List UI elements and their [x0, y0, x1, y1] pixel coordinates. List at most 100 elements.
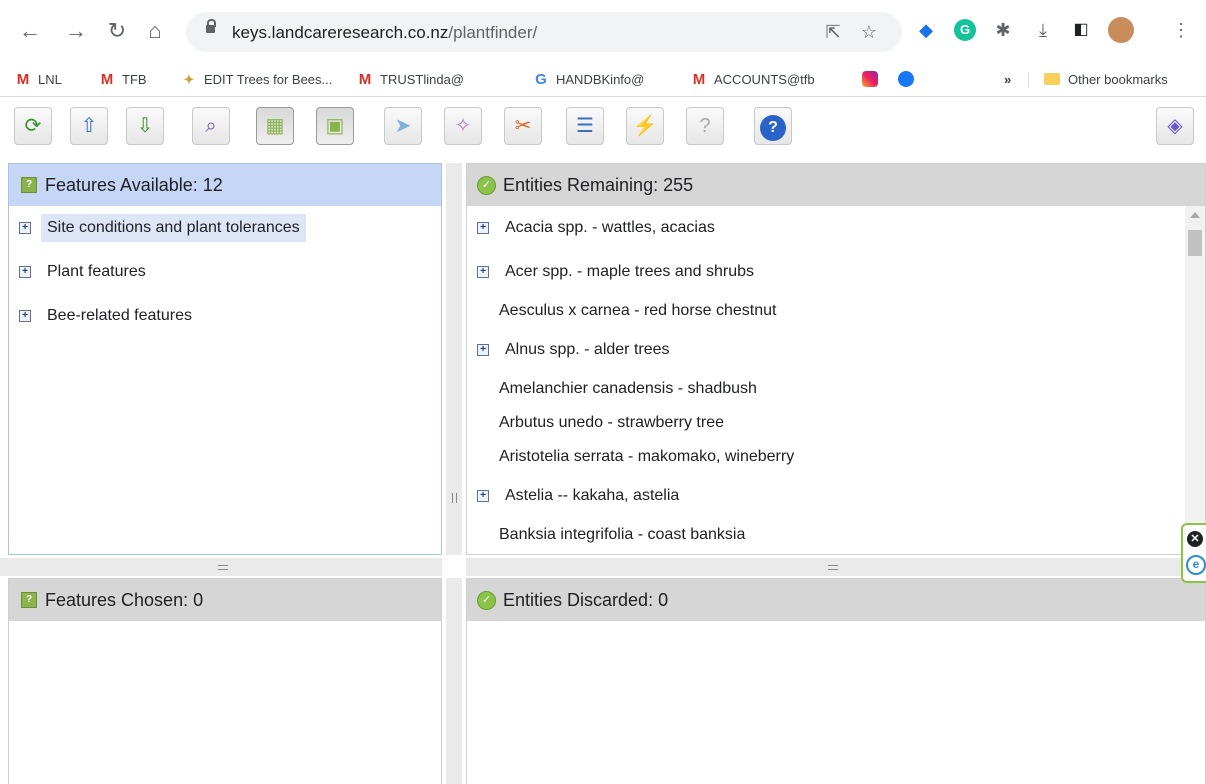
gmail-icon: M: [692, 71, 706, 88]
feature-icon: ?: [21, 177, 37, 193]
bookmarks-bar: M LNL M TFB ✦ EDIT Trees for Bees... M TRUST…: [0, 62, 1206, 97]
close-circle-icon[interactable]: ✕: [1187, 531, 1203, 547]
list-icon[interactable]: ☰: [566, 107, 604, 145]
entities-remaining-title: Entities Remaining: 255: [503, 175, 694, 195]
scroll-up-arrow-icon[interactable]: [1190, 212, 1200, 218]
entity-item[interactable]: Banksia integrifolia - coast banksia: [499, 521, 745, 549]
bookmark-tfb[interactable]: M TFB: [98, 70, 147, 90]
entity-item[interactable]: Acacia spp. - wattles, acacias: [505, 214, 715, 242]
entity-item[interactable]: Aristotelia serrata - makomako, wineberr…: [499, 443, 794, 471]
magic-wand-icon[interactable]: ✧: [444, 107, 482, 145]
graduation-cap-extension-icon[interactable]: ◆: [915, 19, 937, 41]
find-icon[interactable]: ⌕: [192, 107, 230, 145]
reload-icon[interactable]: ↻: [104, 18, 130, 44]
bookmark-handbkinfo[interactable]: G HANDBKinfo@: [532, 70, 644, 90]
app-toolbar: ⟳ ⇧ ⇩ ⌕ ▦ ▣ ➤ ✧ ✂ ☰ ⚡ ? ? ◈: [0, 97, 1206, 159]
gmail-icon: M: [100, 71, 114, 88]
expand-plus-icon[interactable]: +: [477, 266, 489, 278]
back-arrow-icon[interactable]: ←: [17, 18, 43, 44]
edge-extension-icon[interactable]: e: [1186, 555, 1206, 575]
features-available-header: ? Features Available: 12: [9, 164, 441, 206]
bookmark-instagram[interactable]: [862, 70, 884, 90]
save-key-icon[interactable]: ⇩: [126, 107, 164, 145]
gmail-icon: M: [16, 71, 30, 88]
check-circle-icon: ✓: [477, 591, 496, 610]
bookmarks-overflow-button[interactable]: »: [1004, 70, 1011, 90]
star-bookmark-icon[interactable]: ☆: [858, 21, 880, 43]
next-best-icon[interactable]: ➤: [384, 107, 422, 145]
bookmark-facebook[interactable]: [898, 70, 914, 90]
features-available-title: Features Available: 12: [45, 175, 223, 195]
vertical-splitter-bottom[interactable]: [446, 578, 462, 784]
expand-plus-icon[interactable]: +: [477, 490, 489, 502]
omnibox[interactable]: keys.landcareresearch.co.nz/plantfinder/…: [186, 12, 902, 52]
scroll-thumb[interactable]: [1188, 230, 1202, 256]
entity-item[interactable]: Aesculus x carnea - red horse chestnut: [499, 297, 776, 325]
splitter-grip: [828, 565, 838, 570]
bookmark-label: ACCOUNTS@tfb: [714, 72, 815, 87]
bookmark-label: TFB: [122, 72, 147, 87]
entities-view-icon[interactable]: ▣: [316, 107, 354, 145]
restart-key-icon[interactable]: ⟳: [14, 107, 52, 145]
help-icon[interactable]: ?: [754, 107, 792, 145]
bookmark-label: TRUSTlinda@: [380, 72, 464, 87]
entity-item[interactable]: Alnus spp. - alder trees: [505, 336, 670, 364]
other-bookmarks-folder[interactable]: Other bookmarks: [1044, 70, 1168, 90]
profile-avatar[interactable]: [1108, 17, 1134, 43]
entity-item[interactable]: Amelanchier canadensis - shadbush: [499, 375, 757, 403]
horizontal-splitter-left[interactable]: [0, 558, 442, 576]
features-view-icon[interactable]: ▦: [256, 107, 294, 145]
home-icon[interactable]: ⌂: [142, 18, 168, 44]
expand-plus-icon[interactable]: +: [19, 266, 31, 278]
expand-plus-icon[interactable]: +: [477, 222, 489, 234]
open-key-icon[interactable]: ⇧: [70, 107, 108, 145]
download-icon[interactable]: ⤓: [1032, 19, 1054, 41]
feature-item-plant-features[interactable]: Plant features: [47, 258, 146, 286]
expand-plus-icon[interactable]: +: [19, 222, 31, 234]
side-panel-icon[interactable]: ◧: [1070, 19, 1092, 41]
url-domain: keys.landcareresearch.co.nz: [232, 23, 449, 42]
google-icon: G: [535, 71, 547, 88]
vertical-splitter-top[interactable]: [446, 163, 462, 555]
folder-icon: [1044, 73, 1060, 85]
side-extension-widget: ✕ e: [1181, 523, 1206, 583]
entities-scrollbar[interactable]: [1185, 206, 1205, 554]
entity-item[interactable]: Acer spp. - maple trees and shrubs: [505, 258, 754, 286]
lock-icon[interactable]: [206, 19, 216, 33]
entity-item[interactable]: Astelia -- kakaha, astelia: [505, 482, 679, 510]
bookmark-label: EDIT Trees for Bees...: [204, 72, 333, 87]
feature-item-bee-related[interactable]: Bee-related features: [47, 302, 192, 330]
feature-item-site-conditions[interactable]: Site conditions and plant tolerances: [41, 214, 306, 242]
entities-discarded-title: Entities Discarded: 0: [503, 590, 669, 610]
expand-plus-icon[interactable]: +: [477, 344, 489, 356]
bookmark-label: LNL: [38, 72, 62, 87]
instagram-icon: [862, 71, 878, 87]
features-chosen-panel: ? Features Chosen: 0: [8, 578, 442, 784]
bookmark-edit-trees-for-bees[interactable]: ✦ EDIT Trees for Bees...: [180, 70, 333, 90]
more-menu-icon[interactable]: ⋮: [1170, 19, 1192, 41]
prune-icon[interactable]: ✂: [504, 107, 542, 145]
share-icon[interactable]: ⇱: [822, 21, 844, 43]
puzzle-extensions-icon[interactable]: ✱: [992, 19, 1014, 41]
grammarly-extension-icon[interactable]: G: [954, 19, 976, 41]
url-text[interactable]: keys.landcareresearch.co.nz/plantfinder/: [232, 23, 537, 43]
features-chosen-header: ? Features Chosen: 0: [9, 579, 441, 621]
help-disabled-icon[interactable]: ?: [686, 107, 724, 145]
splitter-grip: [452, 493, 457, 503]
splitter-grip: [218, 565, 228, 570]
horizontal-splitter-right[interactable]: [466, 558, 1181, 576]
differences-icon[interactable]: ⚡: [626, 107, 664, 145]
bookmark-accounts[interactable]: M ACCOUNTS@tfb: [690, 70, 815, 90]
entity-item[interactable]: Arbutus unedo - strawberry tree: [499, 409, 724, 437]
entities-remaining-header: ✓ Entities Remaining: 255: [467, 164, 1205, 206]
bookmark-trustlinda[interactable]: M TRUSTlinda@: [356, 70, 464, 90]
entities-discarded-header: ✓ Entities Discarded: 0: [467, 579, 1205, 621]
forward-arrow-icon[interactable]: →: [63, 18, 89, 44]
bookmark-lnl[interactable]: M LNL: [14, 70, 62, 90]
expand-plus-icon[interactable]: +: [19, 310, 31, 322]
entities-discarded-panel: ✓ Entities Discarded: 0: [466, 578, 1206, 784]
gmail-icon: M: [358, 71, 372, 88]
features-available-panel: ? Features Available: 12 + Site conditio…: [8, 163, 442, 555]
lucid-logo-icon[interactable]: ◈: [1156, 107, 1194, 145]
url-path: /plantfinder/: [448, 23, 538, 42]
